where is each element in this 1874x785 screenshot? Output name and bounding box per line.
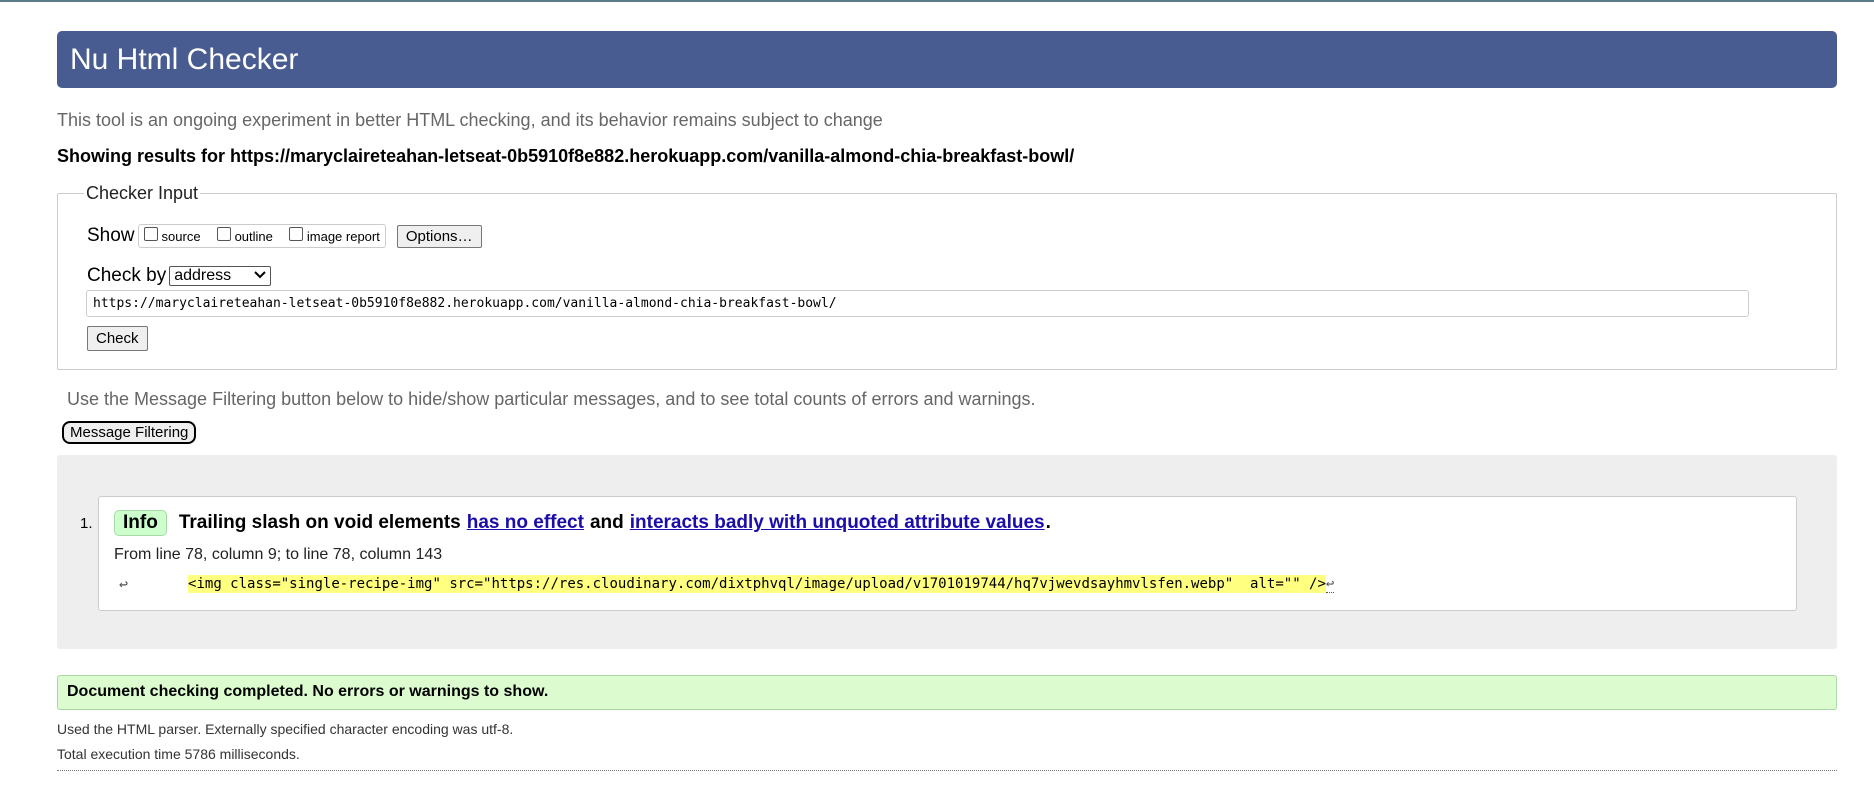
message-location: From line 78, column 9; to line 78, colu… (114, 546, 443, 563)
check-by-label: Check by (87, 265, 167, 286)
message-conjunction: and (589, 512, 624, 533)
image-report-label: image report (306, 228, 380, 244)
show-options-group: source outline image report (137, 224, 386, 248)
url-input[interactable]: https://maryclaireteahan-letseat-0b5910f… (86, 290, 1749, 317)
message-text: Trailing slash on void elements (178, 512, 461, 533)
show-image-report-option[interactable]: image report (288, 227, 380, 244)
show-source-option[interactable]: source (143, 227, 201, 244)
top-border-line (0, 0, 1874, 2)
return-icon: ↩ (119, 575, 129, 593)
chevron-down-icon (254, 270, 266, 282)
page-header: Nu Html Checker (57, 31, 1837, 88)
message-number: 1. (80, 515, 93, 532)
source-checkbox[interactable] (143, 227, 158, 241)
show-outline-option[interactable]: outline (216, 227, 273, 244)
show-options-row: Show source outline image report Options… (87, 224, 482, 248)
filtering-note: Use the Message Filtering button below t… (67, 389, 1036, 409)
parser-info: Used the HTML parser. Externally specifi… (57, 721, 514, 737)
message-item: Info Trailing slash on void elements has… (98, 496, 1797, 611)
has-no-effect-link[interactable]: has no effect (467, 512, 584, 534)
show-label: Show (87, 225, 135, 246)
message-header: Info Trailing slash on void elements has… (114, 510, 1051, 536)
line-end-return-icon: ↩ (1325, 575, 1335, 593)
showing-results-heading: Showing results for https://maryclairete… (57, 146, 1075, 166)
outline-label: outline (234, 228, 273, 244)
outline-checkbox[interactable] (216, 227, 231, 241)
source-extract: ↩ <img class="single-recipe-img" src="ht… (119, 575, 1335, 593)
options-button[interactable]: Options… (396, 224, 482, 248)
tool-description: This tool is an ongoing experiment in be… (57, 110, 883, 130)
checker-input-fieldset (57, 193, 1837, 370)
checker-input-legend: Checker Input (84, 183, 201, 204)
source-label: source (161, 228, 201, 244)
check-by-value: address (174, 267, 232, 284)
check-by-select[interactable]: address (169, 266, 272, 286)
execution-time: Total execution time 5786 milliseconds. (57, 746, 300, 762)
message-period: . (1045, 512, 1051, 533)
page-title: Nu Html Checker (70, 42, 299, 76)
footer-divider (57, 770, 1837, 771)
success-message: Document checking completed. No errors o… (57, 675, 1837, 710)
check-button[interactable]: Check (87, 326, 148, 351)
check-by-row: Check by address (87, 265, 272, 287)
image-report-checkbox[interactable] (288, 227, 303, 241)
info-badge: Info (114, 510, 167, 536)
unquoted-attribute-values-link[interactable]: interacts badly with unquoted attribute … (630, 512, 1045, 534)
message-filtering-button[interactable]: Message Filtering (62, 421, 197, 444)
highlighted-code: <img class="single-recipe-img" src="http… (188, 575, 1326, 593)
